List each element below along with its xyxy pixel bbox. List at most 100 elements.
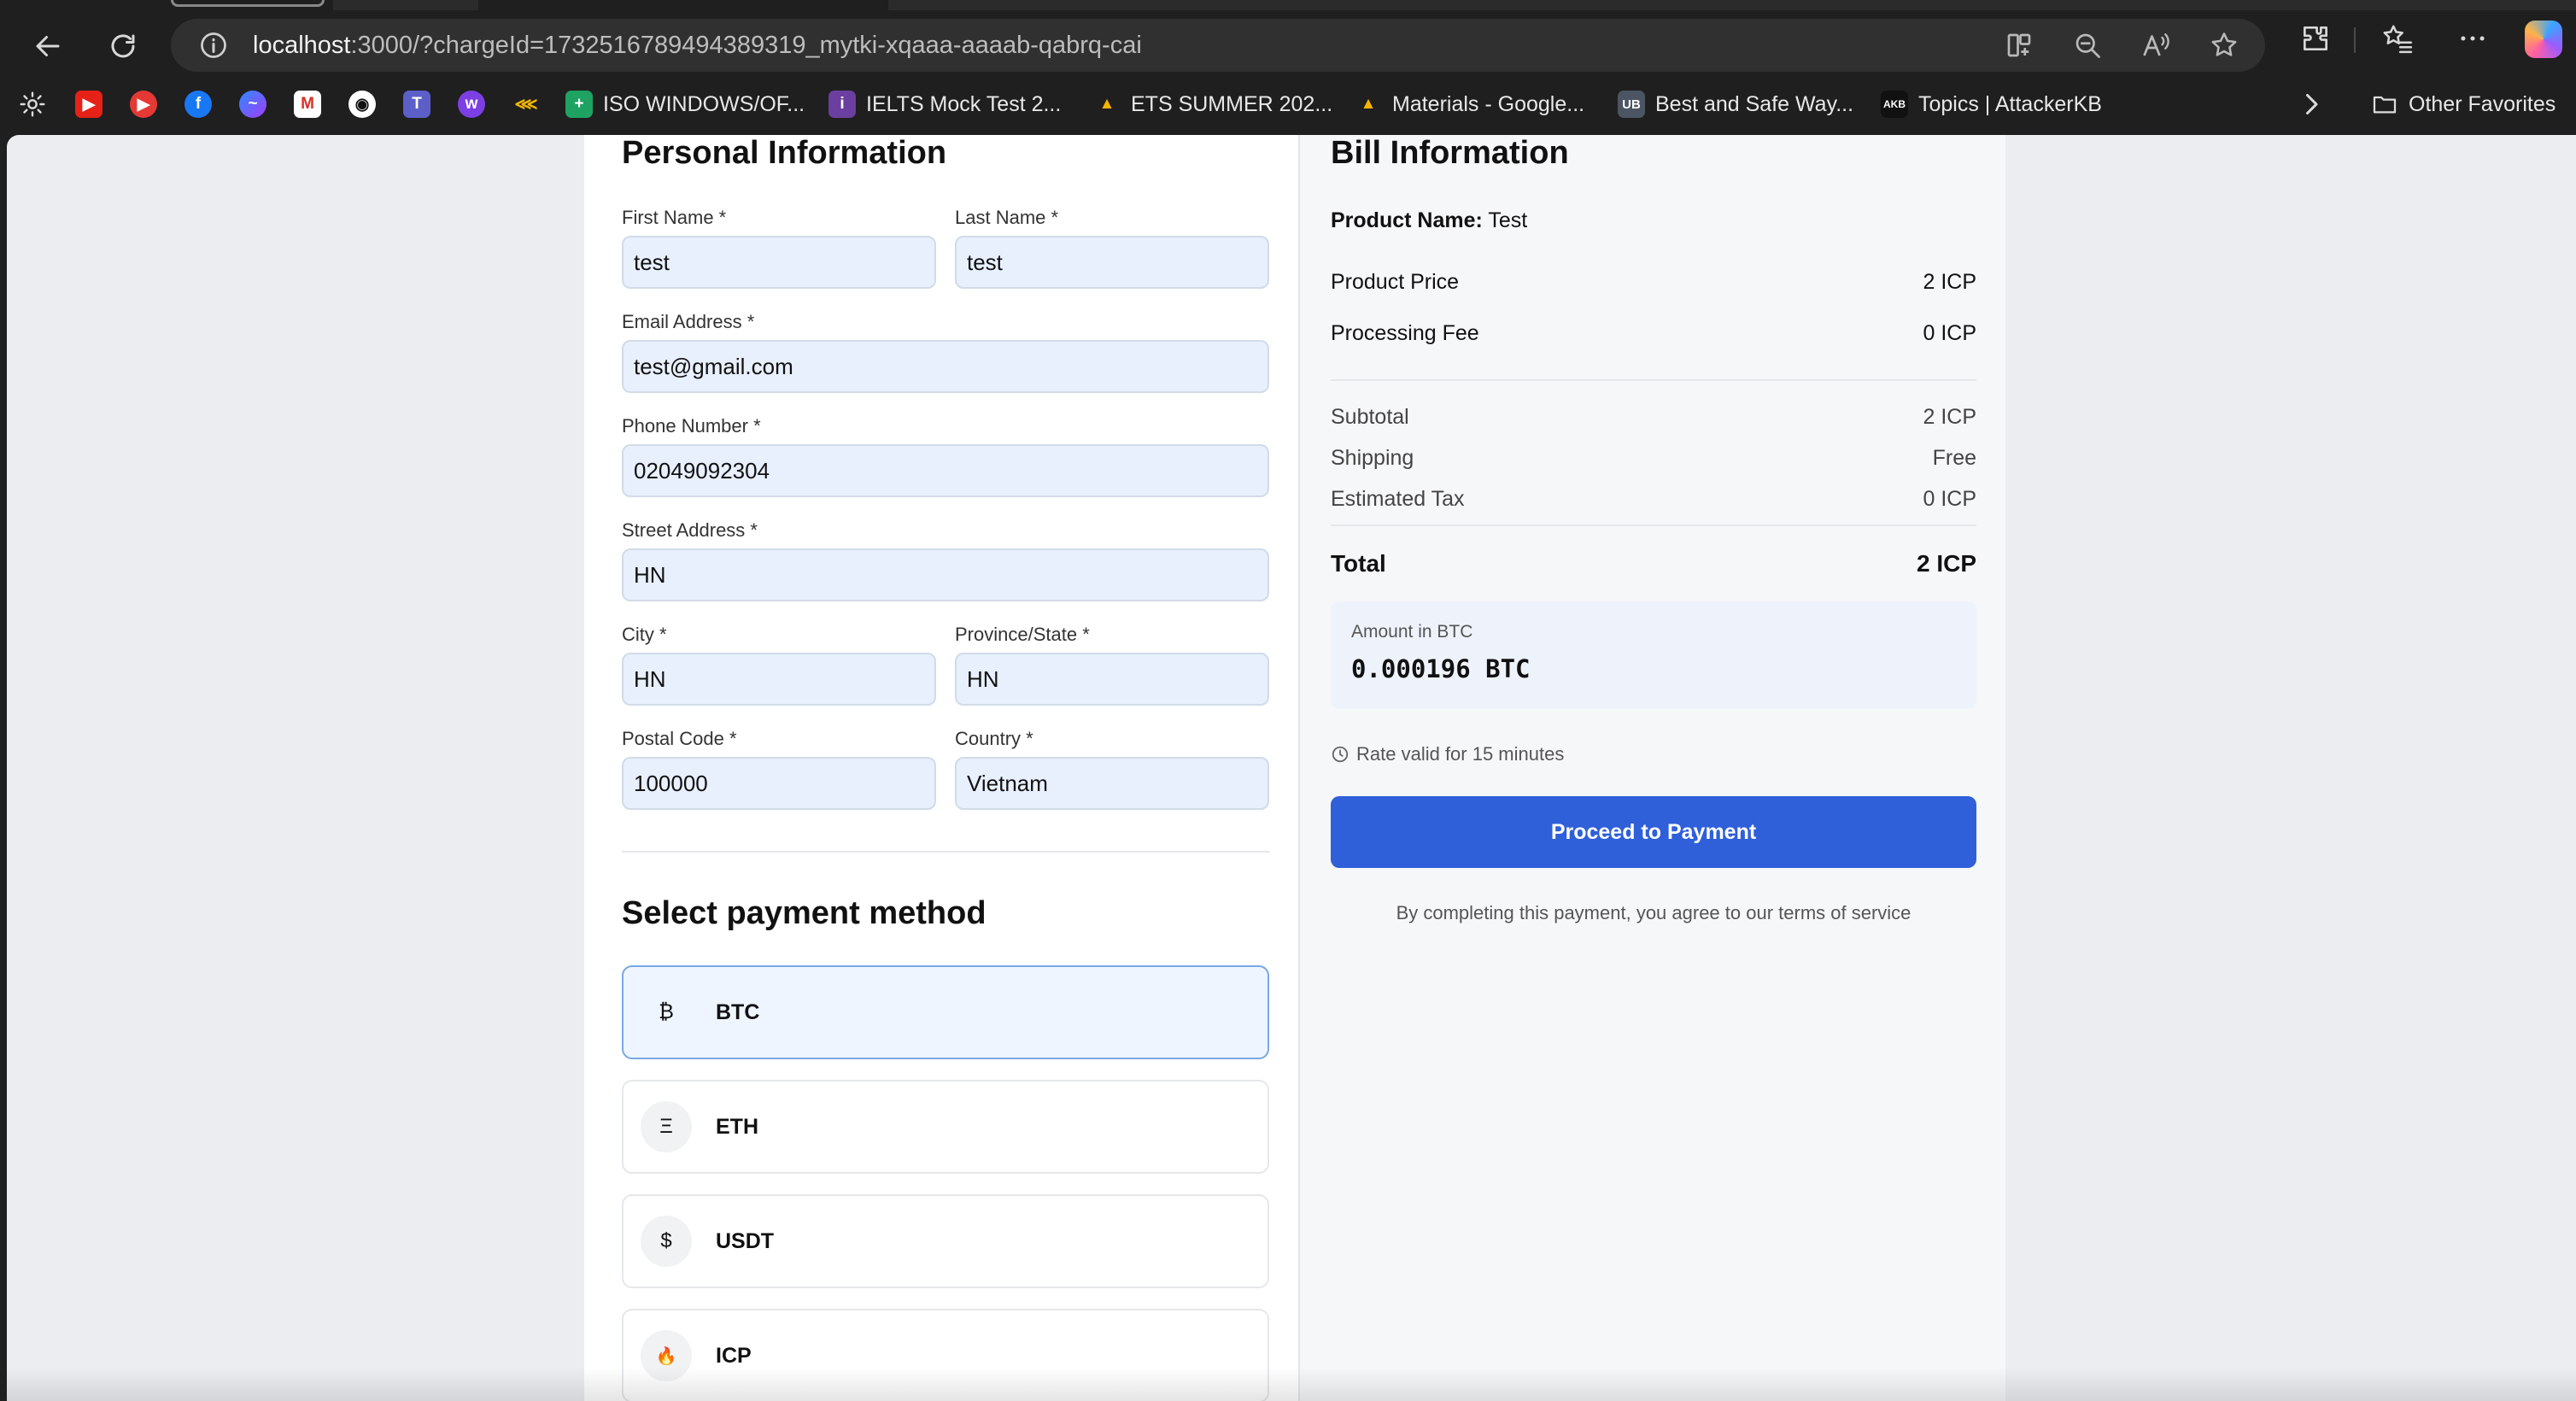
plus-sheet-icon: + <box>565 91 593 118</box>
favorite-label: Materials - Google... <box>1392 91 1585 116</box>
gmail-favorite[interactable]: M <box>294 82 321 126</box>
reload-button[interactable] <box>99 22 147 70</box>
email-label: Email Address * <box>622 311 755 332</box>
amount-value: 0.000196 BTC <box>1351 654 1531 683</box>
video-favorite[interactable]: ▶ <box>130 82 157 126</box>
clock-icon <box>1332 746 1349 763</box>
product-name-row: Product Name: Test <box>1331 208 1976 233</box>
payment-option-label: BTC <box>716 1000 760 1024</box>
ethereum-icon: Ξ <box>641 1101 692 1152</box>
stripe-favorite[interactable]: ⋘ <box>512 82 540 126</box>
province-input[interactable]: HN <box>955 653 1269 706</box>
favorites-bar: ▶ ▶ f ~ M ◉ T w ⋘ + ISO WINDOWS/OF... i IE… <box>0 82 2576 126</box>
favorite-best-safe-way[interactable]: UB Best and Safe Way... <box>1618 82 1853 126</box>
payment-method-title: Select payment method <box>622 895 986 931</box>
last-name-label: Last Name * <box>955 207 1059 228</box>
processing-fee-value: 0 ICP <box>1923 321 1976 345</box>
payment-option-usdt[interactable]: $ USDT <box>622 1194 1269 1288</box>
tab[interactable] <box>333 0 478 10</box>
back-arrow-icon <box>36 36 60 56</box>
estimated-tax-value: 0 ICP <box>1923 487 1976 511</box>
country-input[interactable]: Vietnam <box>955 757 1269 810</box>
bottom-shadow <box>7 1367 2576 1401</box>
favorite-label: ISO WINDOWS/OF... <box>603 91 805 116</box>
copilot-icon[interactable] <box>2525 21 2562 58</box>
street-input[interactable]: HN <box>622 548 1269 601</box>
shipping-label: Shipping <box>1331 446 1414 470</box>
country-label: Country * <box>955 728 1033 749</box>
youtube-icon: ▶ <box>75 91 102 118</box>
folder-icon <box>2373 96 2397 114</box>
last-name-input[interactable]: test <box>955 236 1269 289</box>
play-circle-icon: ▶ <box>130 91 157 118</box>
page-viewport: Personal Information First Name * test L… <box>7 135 2576 1401</box>
github-favorite[interactable]: ◉ <box>348 82 376 126</box>
product-price-value: 2 ICP <box>1923 270 1976 294</box>
total-label: Total <box>1331 550 1386 577</box>
payment-option-label: USDT <box>716 1229 775 1253</box>
youtube-favorite[interactable]: ▶ <box>75 82 102 126</box>
teams-favorite[interactable]: T <box>403 82 430 126</box>
favorite-attackerkb[interactable]: AKB Topics | AttackerKB <box>1881 82 2102 126</box>
favorite-label: Best and Safe Way... <box>1655 91 1854 116</box>
favorite-materials[interactable]: ▲ Materials - Google... <box>1355 82 1585 126</box>
w-icon: w <box>458 91 485 118</box>
street-label: Street Address * <box>622 519 758 541</box>
toolbar: localhost:3000/?chargeId=173251678949438… <box>0 12 2576 79</box>
payment-option-btc[interactable]: ₿ BTC <box>622 965 1269 1059</box>
browser-chrome: localhost:3000/?chargeId=173251678949438… <box>0 0 2576 135</box>
favorite-star-icon[interactable] <box>2209 30 2239 61</box>
github-icon: ◉ <box>348 91 376 118</box>
favorite-ielts[interactable]: i IELTS Mock Test 2... <box>828 82 1061 126</box>
favorite-label: Topics | AttackerKB <box>1918 91 2102 116</box>
section-divider <box>622 851 1269 853</box>
first-name-input[interactable]: test <box>622 236 936 289</box>
toolbar-divider <box>2354 27 2356 53</box>
settings-favorite[interactable] <box>19 82 46 126</box>
google-drive-icon: ▲ <box>1098 95 1115 113</box>
more-options-icon[interactable] <box>2456 22 2491 56</box>
wikilike-favorite[interactable]: w <box>458 82 485 126</box>
postal-code-label: Postal Code * <box>622 728 737 749</box>
facebook-favorite[interactable]: f <box>184 82 212 126</box>
subtotal-row: Subtotal 2 ICP <box>1331 405 1976 430</box>
bill-info-title: Bill Information <box>1331 135 1569 171</box>
ub-icon: UB <box>1618 91 1645 118</box>
site-info-icon[interactable] <box>198 30 229 61</box>
terms-text: By completing this payment, you agree to… <box>1396 902 1912 923</box>
address-bar[interactable]: localhost:3000/?chargeId=173251678949438… <box>171 19 2265 72</box>
product-price-row: Product Price 2 ICP <box>1331 270 1976 295</box>
phone-input[interactable]: 02049092304 <box>622 444 1269 497</box>
bill-divider <box>1331 525 1976 526</box>
active-tab[interactable] <box>171 0 325 7</box>
subtotal-value: 2 ICP <box>1923 405 1976 429</box>
back-button[interactable] <box>24 22 72 70</box>
product-name-label: Product Name: <box>1331 208 1483 232</box>
tab[interactable] <box>888 0 2576 10</box>
app-available-icon[interactable] <box>2004 30 2034 61</box>
city-input[interactable]: HN <box>622 653 936 706</box>
payment-option-label: ETH <box>716 1115 758 1139</box>
extensions-icon[interactable] <box>2299 22 2333 56</box>
favorites-icon[interactable] <box>2381 22 2415 56</box>
favorite-label: ETS SUMMER 202... <box>1131 91 1333 116</box>
messenger-favorite[interactable]: ~ <box>239 82 266 126</box>
proceed-to-payment-button[interactable]: Proceed to Payment <box>1331 796 1976 868</box>
email-input[interactable]: test@gmail.com <box>622 340 1269 393</box>
favorite-ets-summer[interactable]: ▲ ETS SUMMER 202... <box>1093 82 1333 126</box>
total-row: Total 2 ICP <box>1331 550 1976 577</box>
other-favorites[interactable]: Other Favorites <box>2371 82 2556 126</box>
stripes-icon: ⋘ <box>514 95 538 114</box>
read-aloud-icon[interactable] <box>2140 30 2171 61</box>
favorite-iso-windows[interactable]: + ISO WINDOWS/OF... <box>565 82 805 126</box>
url-path: :3000/?chargeId=1732516789494389319_mytk… <box>350 32 1142 59</box>
google-drive-icon: ▲ <box>1360 95 1377 113</box>
url-text[interactable]: localhost:3000/?chargeId=173251678949438… <box>253 19 1142 72</box>
payment-option-eth[interactable]: Ξ ETH <box>622 1080 1269 1174</box>
zoom-icon[interactable] <box>2072 30 2103 61</box>
bill-divider <box>1331 379 1976 381</box>
tab-strip <box>0 0 2576 10</box>
favorites-overflow-chevron-icon[interactable] <box>2296 89 2327 120</box>
postal-code-input[interactable]: 100000 <box>622 757 936 810</box>
favorite-label: IELTS Mock Test 2... <box>866 91 1062 116</box>
